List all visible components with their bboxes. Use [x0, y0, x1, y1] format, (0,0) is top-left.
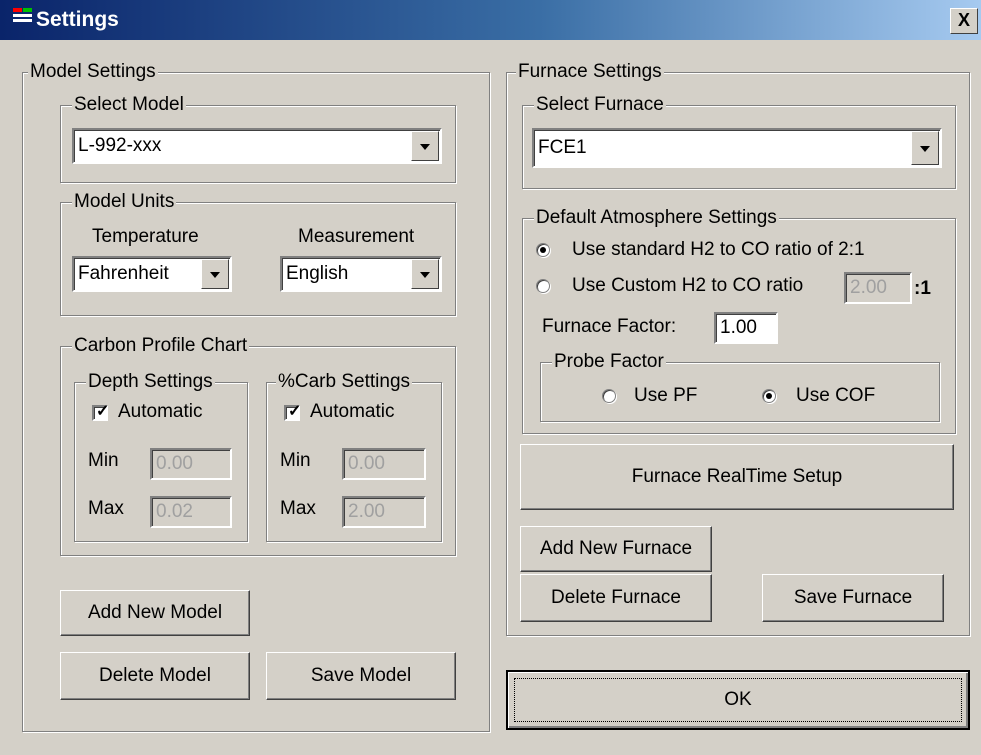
check-icon: ✓ [288, 403, 302, 420]
temperature-label: Temperature [92, 226, 199, 247]
measurement-label: Measurement [298, 226, 415, 247]
probe-factor-legend: Probe Factor [552, 351, 666, 372]
add-new-model-button[interactable]: Add New Model [60, 590, 250, 636]
temperature-select-value: Fahrenheit [78, 263, 169, 284]
custom-ratio-label: Use Custom H2 to CO ratio [572, 275, 804, 296]
depth-min-label: Min [88, 450, 119, 471]
use-cof-label: Use COF [796, 385, 876, 406]
measurement-select[interactable]: English [280, 256, 442, 292]
furnace-factor-label: Furnace Factor: [542, 316, 677, 337]
carb-max-label: Max [280, 498, 316, 519]
carb-min-label: Min [280, 450, 311, 471]
furnace-select-value: FCE1 [538, 137, 587, 158]
carb-settings-legend: %Carb Settings [276, 371, 413, 392]
add-new-furnace-button[interactable]: Add New Furnace [520, 526, 712, 572]
use-cof-radio[interactable] [762, 389, 776, 403]
focus-rectangle [514, 678, 962, 722]
chevron-down-icon [420, 144, 430, 150]
title-bar [0, 0, 981, 40]
atmosphere-settings-legend: Default Atmosphere Settings [534, 207, 779, 228]
measurement-dropdown-button[interactable] [411, 259, 439, 289]
radio-selected-dot [766, 393, 772, 399]
furnace-factor-field[interactable]: 1.00 [714, 312, 778, 344]
save-furnace-button[interactable]: Save Furnace [762, 574, 944, 622]
model-select[interactable]: L-992-xxx [72, 128, 442, 164]
temperature-dropdown-button[interactable] [201, 259, 229, 289]
standard-ratio-radio[interactable] [536, 243, 550, 257]
check-icon: ✓ [96, 403, 110, 420]
radio-selected-dot [540, 247, 546, 253]
depth-min-field[interactable]: 0.00 [150, 448, 232, 480]
furnace-select-dropdown-button[interactable] [911, 131, 939, 165]
carbon-profile-chart-legend: Carbon Profile Chart [72, 335, 250, 356]
carb-min-field[interactable]: 0.00 [342, 448, 426, 480]
carb-automatic-label: Automatic [310, 401, 395, 422]
temperature-select[interactable]: Fahrenheit [72, 256, 232, 292]
furnace-realtime-setup-button[interactable]: Furnace RealTime Setup [520, 444, 954, 510]
model-units-legend: Model Units [72, 191, 177, 212]
select-model-legend: Select Model [72, 94, 186, 115]
delete-model-button[interactable]: Delete Model [60, 652, 250, 700]
model-settings-legend: Model Settings [28, 61, 158, 82]
app-icon [12, 6, 36, 30]
carb-automatic-checkbox[interactable]: ✓ [284, 403, 302, 421]
ok-button[interactable]: OK [506, 670, 970, 730]
use-pf-label: Use PF [634, 385, 698, 406]
custom-ratio-radio[interactable] [536, 279, 550, 293]
chevron-down-icon [920, 146, 930, 152]
model-select-dropdown-button[interactable] [411, 131, 439, 161]
close-button[interactable]: X [950, 8, 978, 34]
depth-settings-legend: Depth Settings [86, 371, 215, 392]
window-title: Settings [36, 8, 119, 31]
chevron-down-icon [420, 272, 430, 278]
delete-furnace-button[interactable]: Delete Furnace [520, 574, 712, 622]
model-select-value: L-992-xxx [78, 135, 162, 156]
use-pf-radio[interactable] [602, 389, 616, 403]
custom-ratio-field[interactable]: 2.00 [844, 272, 912, 304]
depth-max-label: Max [88, 498, 124, 519]
select-furnace-legend: Select Furnace [534, 94, 666, 115]
save-model-button[interactable]: Save Model [266, 652, 456, 700]
chevron-down-icon [210, 272, 220, 278]
custom-ratio-suffix: :1 [914, 278, 931, 299]
depth-automatic-checkbox[interactable]: ✓ [92, 403, 110, 421]
furnace-settings-legend: Furnace Settings [516, 61, 664, 82]
furnace-select[interactable]: FCE1 [532, 128, 942, 168]
carb-max-field[interactable]: 2.00 [342, 496, 426, 528]
depth-max-field[interactable]: 0.02 [150, 496, 232, 528]
standard-ratio-label: Use standard H2 to CO ratio of 2:1 [572, 239, 865, 260]
depth-automatic-label: Automatic [118, 401, 203, 422]
measurement-select-value: English [286, 263, 349, 284]
